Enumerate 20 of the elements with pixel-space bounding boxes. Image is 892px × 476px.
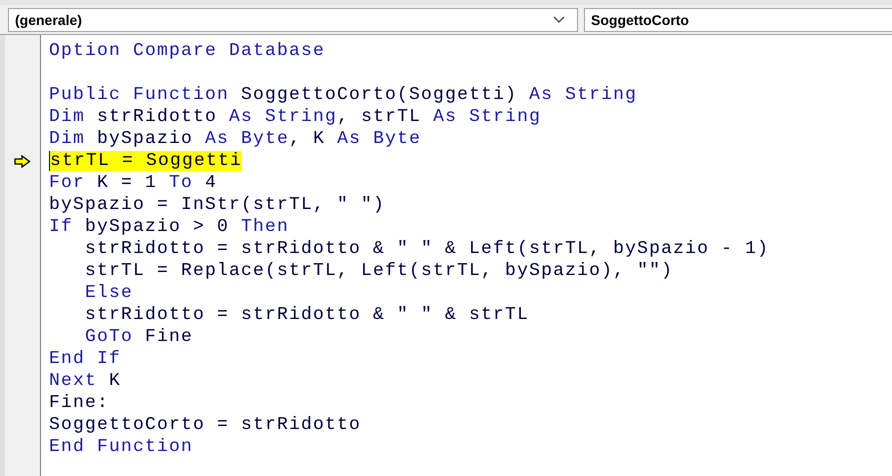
code-line: Fine: [49,393,110,413]
code-line: strTL = Replace(strTL, Left(strTL, bySpazio), "") [85,261,674,281]
code-line: SoggettoCorto = strRidotto [49,415,362,435]
code-line: Else [85,283,134,303]
object-dropdown[interactable]: (generale) [8,8,578,32]
code-line: For K = 1 To 4 [49,173,218,193]
code-line: Dim bySpazio As Byte, K As Byte [49,129,422,149]
code-line: GoTo Fine [85,327,194,347]
code-line: If bySpazio > 0 Then [49,217,290,237]
code-line: End If [49,349,122,369]
code-line: Next K [49,371,122,391]
code-line: strRidotto = strRidotto & " " & strTL [85,305,530,325]
procedure-dropdown[interactable]: SoggettoCorto [584,8,892,32]
code-line: strRidotto = strRidotto & " " & Left(strTL, bySpazio - 1) [85,239,770,259]
code-line: bySpazio = InStr(strTL, " ") [49,195,386,215]
code-line: Option Compare Database [49,41,326,61]
code-line: End Function [49,437,194,457]
chevron-down-icon [553,16,565,24]
code-line: Public Function SoggettoCorto(Soggetti) As String [49,85,638,105]
code-line: Dim strRidotto As String, strTL As String [49,107,542,127]
